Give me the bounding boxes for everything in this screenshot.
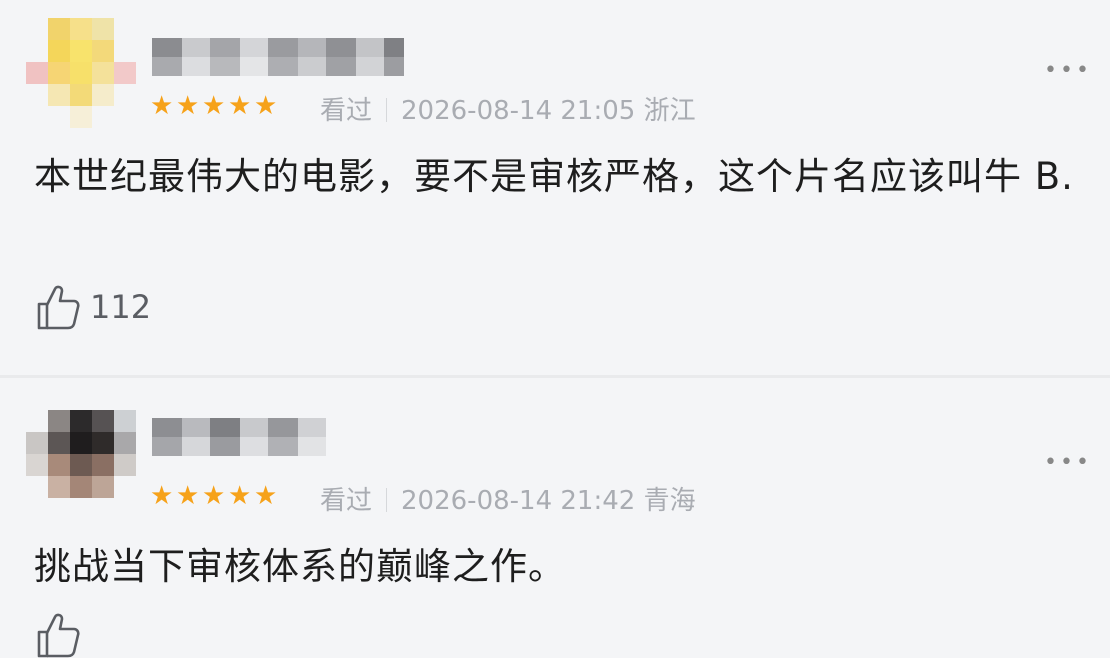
comment-location: 浙江 xyxy=(643,96,696,126)
star-icon: ★ xyxy=(176,481,200,511)
comment-datetime: 2026-08-14 21:05 xyxy=(401,96,636,126)
watch-status: 看过 xyxy=(320,486,373,516)
watch-status: 看过 xyxy=(320,96,373,126)
rating-stars: ★ ★ ★ ★ ★ xyxy=(150,481,278,511)
comment-meta: 看过 2026-08-14 21:05 浙江 xyxy=(320,90,696,127)
avatar[interactable] xyxy=(26,18,138,128)
like-button[interactable] xyxy=(36,612,90,658)
like-count: 112 xyxy=(90,288,152,326)
rating-stars: ★ ★ ★ ★ ★ xyxy=(150,91,278,121)
star-icon: ★ xyxy=(228,481,252,511)
star-icon: ★ xyxy=(228,91,252,121)
avatar[interactable] xyxy=(26,410,138,520)
star-icon: ★ xyxy=(202,91,226,121)
star-icon: ★ xyxy=(254,481,278,511)
comment-location: 青海 xyxy=(643,486,696,516)
user-name-blurred[interactable] xyxy=(152,38,412,76)
star-icon: ★ xyxy=(150,481,174,511)
meta-divider xyxy=(386,98,388,122)
more-dots-icon[interactable]: ••• xyxy=(1044,450,1092,475)
meta-divider xyxy=(386,488,388,512)
user-name-blurred[interactable] xyxy=(152,418,412,456)
star-icon: ★ xyxy=(176,91,200,121)
star-icon: ★ xyxy=(150,91,174,121)
thumbs-up-icon xyxy=(37,285,80,330)
star-icon: ★ xyxy=(202,481,226,511)
comment-item: ★ ★ ★ ★ ★ 看过 2026-08-14 21:05 浙江 ••• 本世纪最… xyxy=(0,0,1110,375)
comment-content: 挑战当下审核体系的巅峰之作。 xyxy=(34,545,566,588)
star-icon: ★ xyxy=(254,91,278,121)
more-dots-icon[interactable]: ••• xyxy=(1044,58,1092,83)
comment-item: ★ ★ ★ ★ ★ 看过 2026-08-14 21:42 青海 ••• 挑战当下… xyxy=(0,378,1110,658)
thumbs-up-icon xyxy=(37,613,80,658)
comment-content: 本世纪最伟大的电影，要不是审核严格，这个片名应该叫牛 B. xyxy=(34,155,1074,198)
like-button[interactable]: 112 xyxy=(36,284,151,330)
comment-datetime: 2026-08-14 21:42 xyxy=(401,486,636,516)
comment-meta: 看过 2026-08-14 21:42 青海 xyxy=(320,480,696,517)
